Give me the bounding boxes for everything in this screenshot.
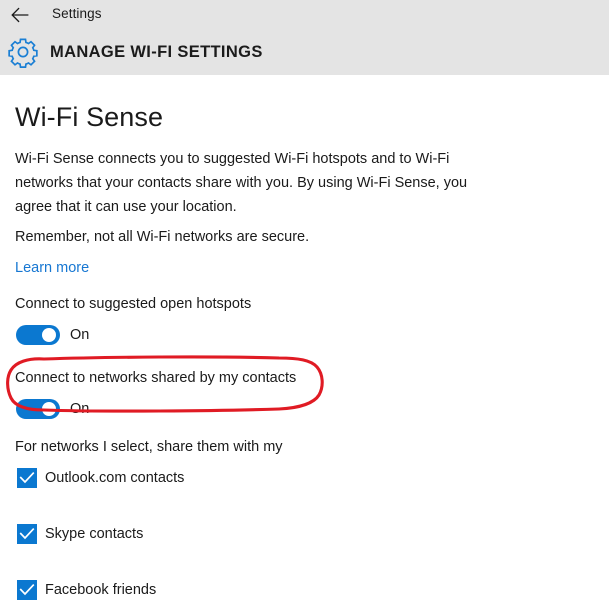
section-heading: Wi-Fi Sense <box>15 102 164 132</box>
share-group-heading: For networks I select, share them with m… <box>15 439 283 455</box>
checkbox-label-skype: Skype contacts <box>45 526 144 542</box>
description-text: Wi-Fi Sense connects you to suggested Wi… <box>15 151 468 215</box>
titlebar: Settings <box>0 0 609 30</box>
checkbox-row-skype[interactable]: Skype contacts <box>0 524 609 554</box>
toggle-knob <box>42 328 56 342</box>
settings-window: Settings MANAGE WI-FI SETTINGS Wi-Fi Sen… <box>0 0 609 609</box>
settings-content: Wi-Fi Sense Wi-Fi Sense connects you to … <box>0 75 609 609</box>
checkbox-facebook[interactable] <box>17 580 37 600</box>
titlebar-label: Settings <box>52 6 102 21</box>
setting-label-shared-by-contacts: Connect to networks shared by my contact… <box>15 370 297 386</box>
page-title: MANAGE WI-FI SETTINGS <box>50 43 263 61</box>
checkbox-row-outlook[interactable]: Outlook.com contacts <box>0 468 609 498</box>
checkbox-label-outlook: Outlook.com contacts <box>45 470 185 486</box>
checkbox-skype[interactable] <box>17 524 37 544</box>
security-note-text: Remember, not all Wi-Fi networks are sec… <box>15 229 310 245</box>
toggle-state-open-hotspots: On <box>70 327 90 343</box>
toggle-state-shared-by-contacts: On <box>70 401 90 417</box>
setting-row-open-hotspots: Connect to suggested open hotspots On <box>0 294 609 350</box>
gear-icon <box>7 36 39 68</box>
setting-label-open-hotspots: Connect to suggested open hotspots <box>15 296 252 312</box>
toggle-open-hotspots[interactable] <box>16 325 60 345</box>
page-header: MANAGE WI-FI SETTINGS <box>0 30 609 75</box>
checkbox-row-facebook[interactable]: Facebook friends <box>0 580 609 610</box>
window-header: Settings MANAGE WI-FI SETTINGS <box>0 0 609 75</box>
checkbox-label-facebook: Facebook friends <box>45 582 157 598</box>
checkbox-outlook[interactable] <box>17 468 37 488</box>
learn-more-link[interactable]: Learn more <box>15 257 89 279</box>
setting-row-shared-by-contacts: Connect to networks shared by my contact… <box>0 368 609 424</box>
back-arrow-icon[interactable] <box>6 2 34 28</box>
toggle-knob <box>42 402 56 416</box>
toggle-shared-by-contacts[interactable] <box>16 399 60 419</box>
